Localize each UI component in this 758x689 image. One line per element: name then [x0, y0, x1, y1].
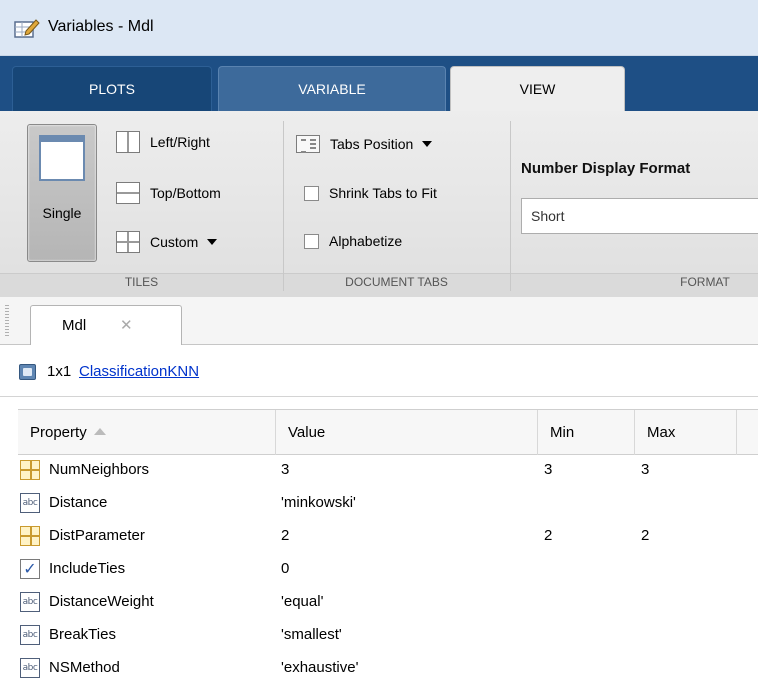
table-row[interactable]: NumNeighbors 3 3 3 [18, 455, 758, 488]
shrink-tabs-label: Shrink Tabs to Fit [329, 185, 437, 201]
property-value[interactable]: 3 [281, 461, 289, 478]
property-value[interactable]: 'minkowski' [281, 494, 356, 511]
column-header-label: Value [288, 424, 326, 441]
checkmark-icon: ✓ [20, 559, 40, 579]
table-row[interactable]: abc BreakTies 'smallest' [18, 620, 758, 653]
tabs-position-label: Tabs Position [330, 136, 414, 152]
property-min: 3 [544, 461, 553, 478]
tabs-position-icon [296, 135, 320, 153]
property-name: NSMethod [49, 659, 120, 676]
ribbon-tab-bar: PLOTS VARIABLE VIEW [0, 56, 758, 111]
property-max: 3 [641, 461, 650, 478]
custom-tiles-icon [116, 231, 140, 253]
top-bottom-button[interactable]: Top/Bottom [116, 182, 221, 204]
property-value[interactable]: 'equal' [281, 593, 323, 610]
char-type-icon: abc [20, 658, 40, 678]
custom-tiles-label: Custom [150, 234, 199, 250]
checkbox-box [304, 185, 319, 201]
tabs-position-dropdown[interactable]: Tabs Position [296, 135, 433, 153]
single-tile-icon [39, 135, 85, 181]
tab-plots[interactable]: PLOTS [12, 66, 212, 111]
alphabetize-checkbox[interactable]: Alphabetize [304, 233, 402, 249]
property-value[interactable]: 0 [281, 560, 289, 577]
left-right-icon [116, 131, 140, 153]
number-display-format-select[interactable]: Short [521, 198, 758, 234]
group-label-format: FORMAT [680, 275, 730, 289]
ribbon-toolstrip: Single Left/Right Top/Bottom Custom TILE… [0, 111, 758, 297]
left-right-button[interactable]: Left/Right [116, 131, 210, 153]
class-name-link[interactable]: ClassificationKNN [79, 363, 199, 380]
tab-view[interactable]: VIEW [450, 66, 625, 111]
char-type-icon: abc [20, 625, 40, 645]
properties-table-body: NumNeighbors 3 3 3 abc Distance 'minkows… [18, 455, 758, 686]
edit-variable-icon [14, 19, 40, 38]
variable-size: 1x1 [47, 363, 72, 380]
tab-variable[interactable]: VARIABLE [218, 66, 446, 111]
column-header-label: Min [550, 424, 575, 441]
object-icon [19, 364, 36, 380]
numeric-type-icon [20, 526, 40, 546]
spacer [0, 397, 758, 409]
number-display-format-label: Number Display Format [521, 160, 691, 177]
property-value[interactable]: 'smallest' [281, 626, 342, 643]
property-name: IncludeTies [49, 560, 126, 577]
chevron-down-icon [207, 239, 218, 245]
property-value[interactable]: 'exhaustive' [281, 659, 358, 676]
property-name: DistParameter [49, 527, 145, 544]
char-type-icon: abc [20, 592, 40, 612]
column-header-value[interactable]: Value [276, 410, 538, 455]
document-tab-mdl[interactable]: Mdl ✕ [30, 305, 182, 346]
variable-info-bar: 1x1 ClassificationKNN [0, 345, 758, 397]
table-row[interactable]: abc DistanceWeight 'equal' [18, 587, 758, 620]
group-divider [283, 121, 284, 291]
column-header-min[interactable]: Min [538, 410, 635, 455]
char-type-icon: abc [20, 493, 40, 513]
group-divider [510, 121, 511, 291]
table-row[interactable]: abc Distance 'minkowski' [18, 488, 758, 521]
alphabetize-label: Alphabetize [329, 233, 403, 249]
table-row[interactable]: DistParameter 2 2 2 [18, 521, 758, 554]
property-name: BreakTies [49, 626, 116, 643]
custom-tiles-button[interactable]: Custom [116, 231, 218, 253]
table-row[interactable]: abc NSMethod 'exhaustive' [18, 653, 758, 686]
drag-grip-icon[interactable] [5, 305, 9, 337]
group-label-document-tabs: DOCUMENT TABS [345, 275, 448, 289]
window-title: Variables - Mdl [48, 18, 154, 35]
property-name: Distance [49, 494, 108, 511]
close-icon[interactable]: ✕ [120, 316, 133, 334]
property-name: DistanceWeight [49, 593, 154, 610]
title-bar: Variables - Mdl [0, 0, 758, 56]
group-label-tiles: TILES [124, 275, 159, 289]
property-min: 2 [544, 527, 553, 544]
numeric-type-icon [20, 460, 40, 480]
column-header-property[interactable]: Property [18, 410, 276, 455]
table-row[interactable]: ✓ IncludeTies 0 [18, 554, 758, 587]
top-bottom-label: Top/Bottom [150, 185, 221, 201]
property-name: NumNeighbors [49, 461, 150, 478]
top-bottom-icon [116, 182, 140, 204]
document-tab-label: Mdl [62, 317, 87, 334]
single-tile-button[interactable]: Single [27, 124, 97, 262]
chevron-down-icon [422, 141, 433, 147]
property-max: 2 [641, 527, 650, 544]
left-right-label: Left/Right [150, 134, 210, 150]
column-header-label: Max [647, 424, 676, 441]
properties-table-header: Property Value Min Max [18, 409, 758, 455]
document-tab-bar: Mdl ✕ [0, 297, 758, 346]
sort-ascending-icon [93, 428, 106, 435]
column-header-label: Property [30, 424, 87, 441]
property-value[interactable]: 2 [281, 527, 289, 544]
checkbox-box [304, 233, 319, 249]
column-header-max[interactable]: Max [635, 410, 737, 455]
single-tile-label: Single [42, 205, 82, 221]
shrink-tabs-checkbox[interactable]: Shrink Tabs to Fit [304, 185, 437, 201]
